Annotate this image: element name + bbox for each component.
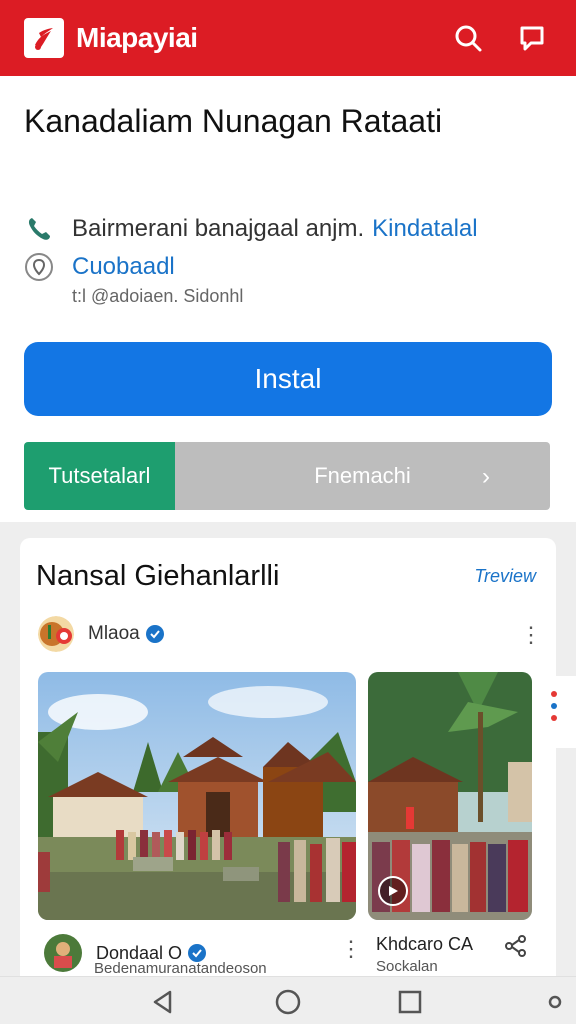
section-title: Nansal Giehanlarlli	[36, 560, 280, 592]
location-row: Cuobaadl	[24, 252, 175, 282]
install-button[interactable]: Instal	[24, 342, 552, 416]
brand-logo-icon[interactable]	[24, 18, 64, 58]
location-link[interactable]: Cuobaadl	[72, 253, 175, 281]
author-row: Mlaoa	[38, 616, 164, 652]
next-card-peek[interactable]	[540, 676, 576, 748]
avatar[interactable]	[44, 934, 82, 972]
app-bar: Miapayiai	[0, 0, 576, 76]
location-icon	[24, 252, 54, 282]
caption-2-name[interactable]: Khdcaro CA	[376, 934, 473, 955]
split-right-label: Fnemachi	[314, 463, 411, 488]
contact-text: Bairmerani banajgaal anjm.	[72, 215, 365, 242]
back-icon[interactable]	[146, 985, 180, 1019]
contact-link[interactable]: Kindatalal	[372, 215, 477, 243]
search-icon[interactable]	[448, 18, 488, 58]
recents-icon[interactable]	[393, 985, 427, 1019]
chevron-right-icon: ›	[482, 463, 490, 490]
phone-icon	[24, 214, 54, 244]
home-icon[interactable]	[271, 985, 305, 1019]
palm-procession-photo[interactable]	[368, 672, 532, 920]
more-options-icon[interactable]: ⋮	[520, 624, 542, 646]
chat-icon[interactable]	[512, 18, 552, 58]
play-icon[interactable]	[378, 876, 408, 906]
avatar[interactable]	[38, 616, 74, 652]
page-title: Kanadaliam Nunagan Rataati	[24, 103, 443, 139]
contact-row: Bairmerani banajgaal anjm. Kindatalal	[24, 214, 478, 244]
app-screen: Miapayiai Kanadaliam Nunagan Rataati Bai…	[0, 0, 576, 1024]
app-details: Kanadaliam Nunagan Rataati Bairmerani ba…	[0, 76, 576, 522]
system-nav-bar	[0, 976, 576, 1024]
caption-2-subtitle: Sockalan	[376, 958, 438, 975]
app-title: Miapayiai	[76, 22, 198, 53]
verified-icon	[145, 625, 164, 643]
caption-1-subtitle: Bedenamuranatandeoson	[94, 960, 267, 977]
split-right-button[interactable]: Fnemachi ›	[175, 442, 550, 510]
dot-icon[interactable]	[538, 985, 572, 1019]
preview-link[interactable]: Treview	[474, 566, 536, 587]
temple-gathering-photo[interactable]	[38, 672, 356, 920]
section-card: Nansal Giehanlarlli Treview Mlaoa ⋮ Dond…	[20, 538, 556, 988]
share-icon[interactable]	[504, 934, 528, 963]
split-left-button[interactable]: Tutsetalarl	[24, 442, 175, 510]
more-options-icon[interactable]: ⋮	[340, 938, 362, 960]
info-note: t:l @adoiaen. Sidonhl	[72, 286, 244, 306]
split-action-bar: Tutsetalarl Fnemachi ›	[24, 442, 550, 510]
author-name[interactable]: Mlaoa	[88, 623, 140, 645]
